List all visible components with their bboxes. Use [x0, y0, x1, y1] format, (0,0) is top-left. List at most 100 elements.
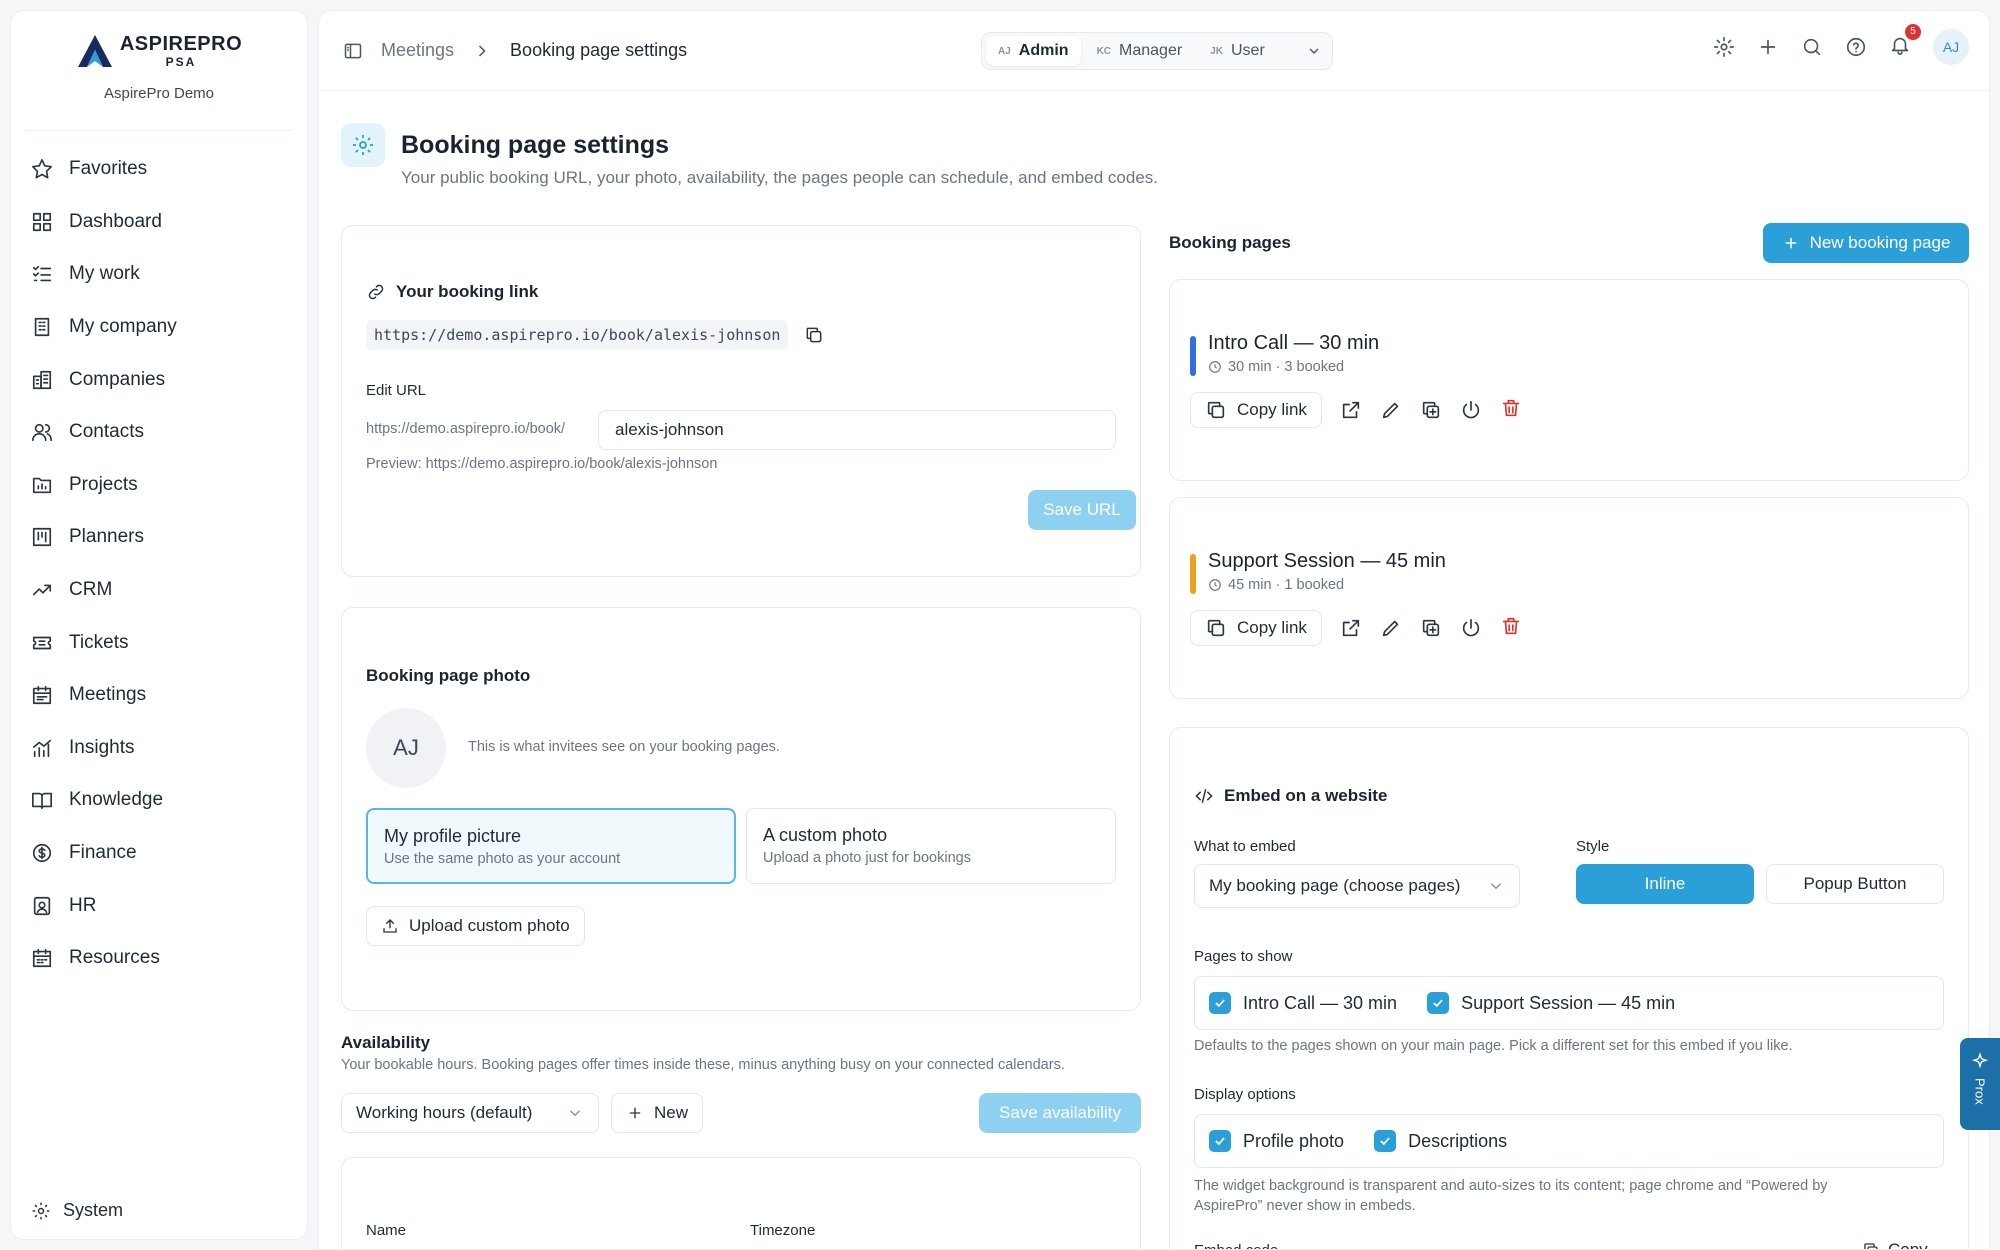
new-booking-page-button[interactable]: New booking page [1763, 223, 1969, 263]
sidebar-item-tickets[interactable]: Tickets [11, 616, 307, 669]
booking-page-actions: Copy link [1190, 610, 1522, 646]
booking-link-title-text: Your booking link [396, 282, 539, 301]
chevron-down-icon [570, 1110, 580, 1117]
sidebar-item-crm[interactable]: CRM [11, 564, 307, 617]
checkbox-checked-icon [1209, 992, 1231, 1014]
calendar-grid-icon [32, 949, 52, 968]
book-icon [32, 793, 52, 810]
new-schedule-label: New [654, 1103, 689, 1122]
prox-assistant-tab[interactable]: Prox [1960, 1038, 2000, 1130]
prox-label: Prox [1972, 1078, 1988, 1105]
sidebar-item-meetings[interactable]: Meetings [11, 669, 307, 722]
sidebar-item-projects[interactable]: Projects [11, 459, 307, 512]
power-icon[interactable] [1460, 617, 1482, 639]
pencil-icon[interactable] [1380, 617, 1402, 639]
embed-card: Embed on a website What to embed My book… [1169, 727, 1969, 1249]
breadcrumb-parent[interactable]: Meetings [381, 40, 454, 61]
sidebar-item-planners[interactable]: Planners [11, 511, 307, 564]
sidebar-item-dashboard[interactable]: Dashboard [11, 196, 307, 249]
booking-page-title[interactable]: Support Session — 45 min [1208, 550, 1446, 573]
sidebar-item-label: Insights [69, 736, 135, 758]
sidebar-item-knowledge[interactable]: Knowledge [11, 774, 307, 827]
chevron-down-icon[interactable] [1306, 43, 1322, 59]
display-checkbox-photo[interactable]: Profile photo [1209, 1130, 1344, 1152]
pages-hint: Defaults to the pages shown on your main… [1194, 1038, 1793, 1054]
external-link-icon[interactable] [1340, 399, 1362, 421]
notifications-button[interactable]: 5 [1889, 23, 1921, 61]
style-inline-button[interactable]: Inline [1576, 864, 1754, 904]
sidebar-item-finance[interactable]: Finance [11, 827, 307, 880]
what-to-embed-select[interactable]: My booking page (choose pages) [1194, 864, 1520, 908]
link-icon [368, 284, 384, 300]
copy-link-button[interactable]: Copy link [1190, 392, 1322, 428]
breadcrumb-current: Booking page settings [510, 40, 688, 60]
availability-card: Name Timezone [341, 1157, 1141, 1249]
style-popup-button[interactable]: Popup Button [1766, 864, 1944, 904]
search-icon[interactable] [1801, 36, 1823, 58]
power-icon[interactable] [1460, 399, 1482, 421]
ticket-icon [32, 636, 52, 649]
pages-to-show-label: Pages to show [1194, 948, 1293, 965]
page-checkbox-intro[interactable]: Intro Call — 30 min [1209, 992, 1397, 1014]
sidebar-item-label: Projects [69, 473, 138, 495]
users-icon [32, 424, 52, 442]
sidebar-item-label: My company [69, 316, 177, 338]
external-link-icon[interactable] [1340, 617, 1362, 639]
sidebar-item-my-company[interactable]: My company [11, 301, 307, 354]
help-icon[interactable] [1845, 36, 1867, 58]
org-name[interactable]: AspirePro Demo [104, 85, 214, 102]
upload-photo-label: Upload custom photo [409, 916, 570, 935]
role-manager[interactable]: KC Manager [1085, 36, 1195, 66]
duplicate-icon[interactable] [1420, 399, 1442, 421]
delete-button[interactable] [1500, 397, 1522, 424]
page-checkbox-support[interactable]: Support Session — 45 min [1427, 992, 1675, 1014]
sidebar-item-my-work[interactable]: My work [11, 248, 307, 301]
sidebar-toggle-icon[interactable] [343, 41, 363, 61]
copy-link-button[interactable]: Copy link [1190, 610, 1322, 646]
upload-photo-button[interactable]: Upload custom photo [366, 906, 585, 946]
delete-button[interactable] [1500, 615, 1522, 642]
sidebar-item-hr[interactable]: HR [11, 879, 307, 932]
photo-option-profile[interactable]: My profile picture Use the same photo as… [366, 808, 736, 884]
clock-icon [1209, 361, 1221, 373]
photo-option-title: A custom photo [763, 825, 888, 845]
settings-icon[interactable] [1713, 36, 1735, 58]
user-avatar[interactable]: AJ [1933, 29, 1969, 65]
copy-link-label: Copy link [1237, 618, 1307, 637]
sidebar-item-insights[interactable]: Insights [11, 722, 307, 775]
page-header: Booking page settings Your public bookin… [341, 123, 1158, 188]
booking-page-card: Intro Call — 30 min 30 min · 3 booked Co… [1169, 279, 1969, 481]
copy-embed-button[interactable]: Copy [1862, 1240, 1928, 1249]
sidebar-item-system[interactable]: System [31, 1200, 123, 1221]
photo-option-custom[interactable]: A custom photo Upload a photo just for b… [746, 808, 1116, 884]
chevron-down-icon [1491, 883, 1501, 890]
clock-icon [1209, 579, 1221, 591]
plus-icon[interactable] [1757, 36, 1779, 58]
schedule-select-value: Working hours (default) [356, 1103, 533, 1122]
booking-page-title[interactable]: Intro Call — 30 min [1208, 332, 1379, 355]
role-admin[interactable]: AJ Admin [986, 36, 1081, 66]
sidebar-item-contacts[interactable]: Contacts [11, 406, 307, 459]
new-schedule-button[interactable]: New [611, 1093, 704, 1133]
copy-icon [1207, 619, 1225, 637]
sidebar-item-label: Companies [69, 368, 166, 390]
sidebar-item-favorites[interactable]: Favorites [11, 143, 307, 196]
role-user[interactable]: JK User [1198, 36, 1277, 66]
building-icon [34, 318, 50, 337]
checkbox-checked-icon [1427, 992, 1450, 1014]
sidebar-item-resources[interactable]: Resources [11, 932, 307, 985]
save-availability-button[interactable]: Save availability [979, 1093, 1141, 1133]
display-checkbox-descriptions[interactable]: Descriptions [1374, 1130, 1507, 1152]
schedule-select[interactable]: Working hours (default) [341, 1093, 599, 1133]
copy-icon[interactable] [804, 325, 824, 345]
sidebar-item-companies[interactable]: Companies [11, 353, 307, 406]
col-timezone-label: Timezone [750, 1222, 816, 1239]
booking-page-meta-text: 30 min · 3 booked [1228, 359, 1345, 375]
embed-title-text: Embed on a website [1224, 786, 1388, 805]
duplicate-icon[interactable] [1420, 617, 1442, 639]
pencil-icon[interactable] [1380, 399, 1402, 421]
embed-title: Embed on a website [1194, 786, 1387, 806]
main-content: Meetings Booking page settings AJ Admin … [318, 10, 1990, 1250]
url-slug-input[interactable]: alexis-johnson [598, 410, 1116, 450]
save-url-button[interactable]: Save URL [1028, 490, 1136, 530]
